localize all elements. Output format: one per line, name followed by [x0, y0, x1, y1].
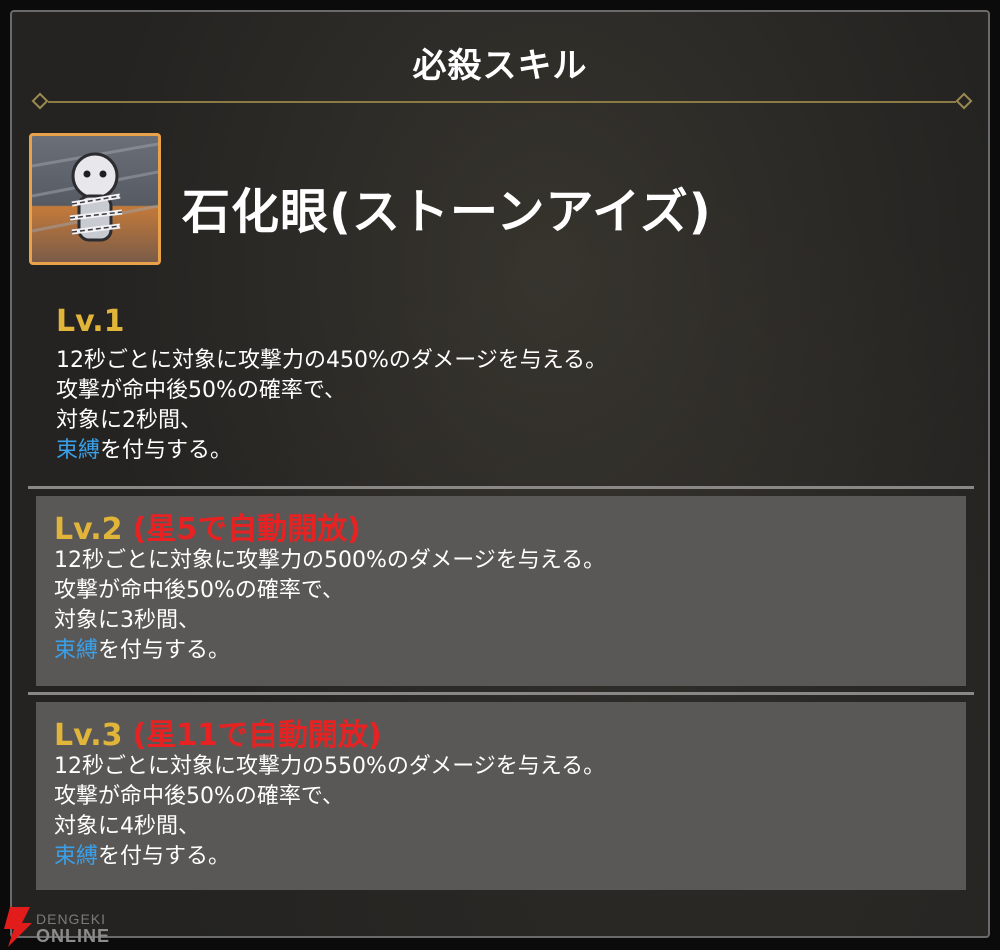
status-keyword-link[interactable]: 束縛	[54, 844, 98, 869]
level-2-unlock-condition: (星5で自動開放)	[132, 512, 361, 547]
section-separator	[28, 486, 974, 489]
level-1-description: 12秒ごとに対象に攻撃力の450%のダメージを与える。 攻撃が命中後50%の確率…	[56, 346, 607, 466]
level-3-unlock-condition: (星11で自動開放)	[132, 718, 382, 753]
level-2-description: 12秒ごとに対象に攻撃力の500%のダメージを与える。 攻撃が命中後50%の確率…	[54, 546, 605, 666]
level-3-label: Lv.3	[54, 718, 123, 753]
level-1-section: Lv.1 12秒ごとに対象に攻撃力の450%のダメージを与える。 攻撃が命中後5…	[36, 304, 966, 474]
description-line: 対象に4秒間、	[54, 814, 200, 839]
description-line: 12秒ごとに対象に攻撃力の450%のダメージを与える。	[56, 348, 608, 373]
divider-diamond-left	[31, 92, 49, 110]
panel-title: 必殺スキル	[412, 46, 588, 86]
chained-stone-figure-icon	[29, 133, 161, 265]
level-3-header: Lv.3 (星11で自動開放)	[54, 718, 382, 754]
divider-line	[48, 101, 956, 103]
description-line: 攻撃が命中後50%の確率で、	[56, 378, 347, 403]
description-line: 束縛を付与する。	[56, 436, 607, 466]
level-2-label: Lv.2	[54, 512, 123, 547]
description-line: 対象に2秒間、	[56, 408, 202, 433]
keyword-suffix: を付与する。	[98, 638, 231, 663]
level-3-section: Lv.3 (星11で自動開放) 12秒ごとに対象に攻撃力の550%のダメージを与え…	[36, 702, 966, 890]
level-1-label: Lv.1	[56, 304, 125, 339]
description-line: 攻撃が命中後50%の確率で、	[54, 578, 345, 603]
keyword-suffix: を付与する。	[98, 844, 231, 869]
divider-diamond-right	[955, 92, 973, 110]
skill-panel: 必殺スキル 石化眼(ストーンアイズ) Lv.1 12秒ごとに対象に攻撃力の450…	[10, 10, 990, 938]
status-keyword-link[interactable]: 束縛	[56, 438, 100, 463]
section-separator	[28, 692, 974, 695]
logo-text-bottom: ONLINE	[36, 926, 110, 946]
description-line: 12秒ごとに対象に攻撃力の550%のダメージを与える。	[54, 754, 606, 779]
lightning-bolt-icon	[4, 907, 32, 947]
title-divider	[31, 92, 973, 111]
level-3-description: 12秒ごとに対象に攻撃力の550%のダメージを与える。 攻撃が命中後50%の確率…	[54, 752, 605, 872]
status-keyword-link[interactable]: 束縛	[54, 638, 98, 663]
level-2-header: Lv.2 (星5で自動開放)	[54, 512, 361, 548]
level-1-header: Lv.1	[56, 304, 125, 340]
skill-name: 石化眼(ストーンアイズ)	[182, 184, 712, 240]
description-line: 束縛を付与する。	[54, 842, 605, 872]
level-2-section: Lv.2 (星5で自動開放) 12秒ごとに対象に攻撃力の500%のダメージを与える…	[36, 496, 966, 686]
description-line: 対象に3秒間、	[54, 608, 200, 633]
skill-icon-art	[32, 142, 158, 242]
dengeki-online-logo: DENGEKI ONLINE	[4, 907, 110, 947]
logo-text-top: DENGEKI	[36, 911, 106, 927]
description-line: 12秒ごとに対象に攻撃力の500%のダメージを与える。	[54, 548, 606, 573]
description-line: 束縛を付与する。	[54, 636, 605, 666]
keyword-suffix: を付与する。	[100, 438, 233, 463]
description-line: 攻撃が命中後50%の確率で、	[54, 784, 345, 809]
